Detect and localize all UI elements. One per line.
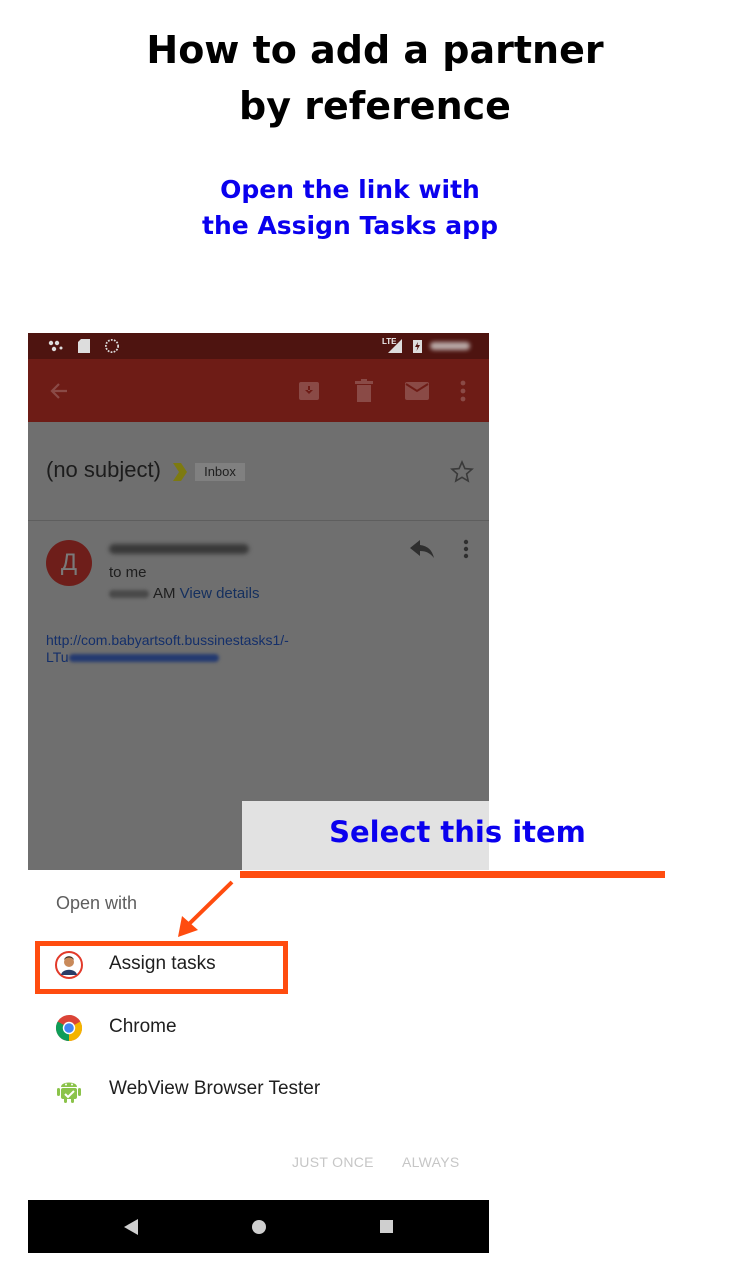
sync-circle-icon bbox=[105, 339, 119, 353]
status-bar: LTE bbox=[28, 333, 489, 359]
home-circle-icon[interactable] bbox=[251, 1219, 267, 1235]
link-line-1: http://com.babyartsoft.bussinestasks1/- bbox=[46, 632, 289, 648]
sender-name-blurred bbox=[109, 544, 249, 554]
sheet-title: Open with bbox=[56, 893, 138, 913]
callout-text: Select this item bbox=[329, 815, 586, 849]
delete-icon[interactable] bbox=[355, 379, 373, 403]
android-icon bbox=[57, 1082, 81, 1103]
page-title-line-2: by reference bbox=[239, 84, 511, 128]
recents-square-icon[interactable] bbox=[380, 1220, 393, 1233]
partner-link[interactable]: http://com.babyartsoft.bussinestasks1/- … bbox=[46, 632, 289, 666]
callout-underline bbox=[240, 871, 665, 878]
avatar: Д bbox=[46, 540, 92, 586]
archive-icon[interactable] bbox=[298, 380, 320, 402]
arrow-icon bbox=[178, 880, 234, 937]
just-once-button[interactable]: JUST ONCE bbox=[292, 1154, 374, 1170]
assistant-dots-icon bbox=[48, 340, 63, 352]
more-vert-icon[interactable] bbox=[460, 380, 466, 402]
signal-icon bbox=[388, 339, 402, 353]
page-title: How to add a partner by reference bbox=[0, 22, 750, 134]
selection-highlight-box bbox=[35, 941, 288, 994]
phone-screenshot: LTE (no subject) Inbox Д to me AM View d… bbox=[28, 333, 489, 1253]
app-option-webview-tester[interactable]: WebView Browser Tester bbox=[28, 1064, 489, 1116]
chrome-icon bbox=[55, 1014, 83, 1042]
instruction-line-1: Open the link with bbox=[220, 175, 480, 204]
back-arrow-icon[interactable] bbox=[49, 381, 69, 401]
time-blurred bbox=[109, 590, 149, 599]
star-icon[interactable] bbox=[450, 460, 474, 484]
sd-card-icon bbox=[78, 339, 90, 353]
toolbar bbox=[28, 359, 489, 422]
view-details-link[interactable]: View details bbox=[180, 585, 260, 602]
message-more-icon[interactable] bbox=[463, 539, 469, 559]
divider bbox=[28, 520, 489, 521]
app-label-webview-tester: WebView Browser Tester bbox=[109, 1078, 321, 1099]
navigation-bar bbox=[28, 1200, 489, 1253]
reply-icon[interactable] bbox=[410, 540, 434, 558]
important-marker-icon bbox=[173, 463, 187, 481]
app-label-chrome: Chrome bbox=[109, 1016, 177, 1037]
link-line-2-prefix: LTu bbox=[46, 649, 69, 665]
always-button[interactable]: ALWAYS bbox=[402, 1154, 460, 1170]
time-row: AM View details bbox=[109, 585, 259, 602]
instruction-text: Open the link with the Assign Tasks app bbox=[200, 172, 500, 244]
open-with-sheet: Open with Assign tasks Chrome WebView Br… bbox=[28, 870, 489, 1200]
time-suffix: AM bbox=[153, 585, 176, 602]
page-title-line-1: How to add a partner bbox=[146, 28, 604, 72]
label-badge[interactable]: Inbox bbox=[195, 463, 245, 481]
app-option-chrome[interactable]: Chrome bbox=[28, 1002, 489, 1054]
mail-icon[interactable] bbox=[405, 382, 429, 400]
link-blurred bbox=[68, 654, 219, 663]
instruction-line-2: the Assign Tasks app bbox=[202, 211, 498, 240]
time-blurred bbox=[430, 342, 470, 350]
battery-charging-icon bbox=[413, 340, 422, 353]
email-subject: (no subject) bbox=[46, 457, 161, 482]
back-triangle-icon[interactable] bbox=[124, 1219, 138, 1235]
recipient-text[interactable]: to me bbox=[109, 564, 147, 581]
